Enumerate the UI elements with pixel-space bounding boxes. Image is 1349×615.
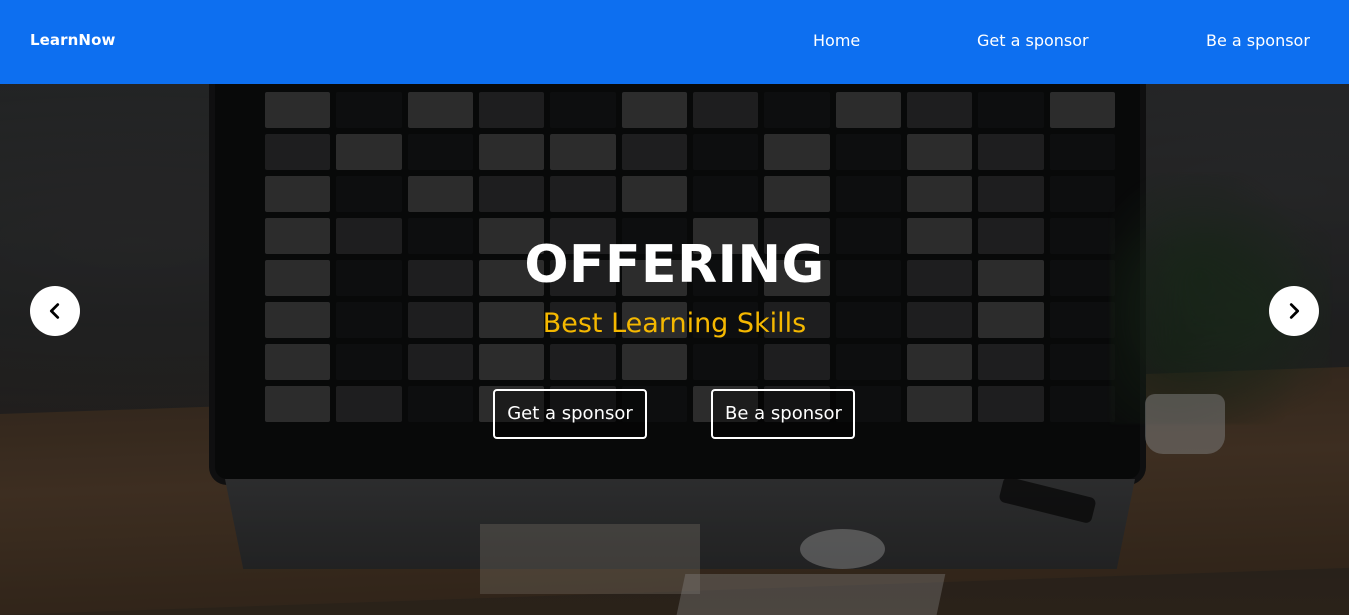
hero-dark-overlay bbox=[0, 84, 1349, 615]
hero-carousel: OFFERING Best Learning Skills Get a spon… bbox=[0, 84, 1349, 615]
chevron-left-icon bbox=[49, 303, 60, 319]
be-a-sponsor-button[interactable]: Be a sponsor bbox=[711, 389, 855, 439]
hero-title: OFFERING bbox=[524, 235, 825, 295]
get-a-sponsor-button[interactable]: Get a sponsor bbox=[493, 389, 647, 439]
page: LearnNow Home Get a sponsor Be a sponsor bbox=[0, 0, 1349, 615]
brand-logo[interactable]: LearnNow bbox=[30, 31, 115, 49]
chevron-right-icon bbox=[1289, 303, 1300, 319]
navbar: LearnNow Home Get a sponsor Be a sponsor bbox=[0, 0, 1349, 84]
nav-link-home[interactable]: Home bbox=[813, 31, 860, 50]
carousel-next-button[interactable] bbox=[1269, 286, 1319, 336]
hero-subtitle: Best Learning Skills bbox=[542, 308, 807, 339]
nav-link-get-a-sponsor[interactable]: Get a sponsor bbox=[977, 31, 1089, 50]
nav-link-be-a-sponsor[interactable]: Be a sponsor bbox=[1206, 31, 1310, 50]
carousel-prev-button[interactable] bbox=[30, 286, 80, 336]
